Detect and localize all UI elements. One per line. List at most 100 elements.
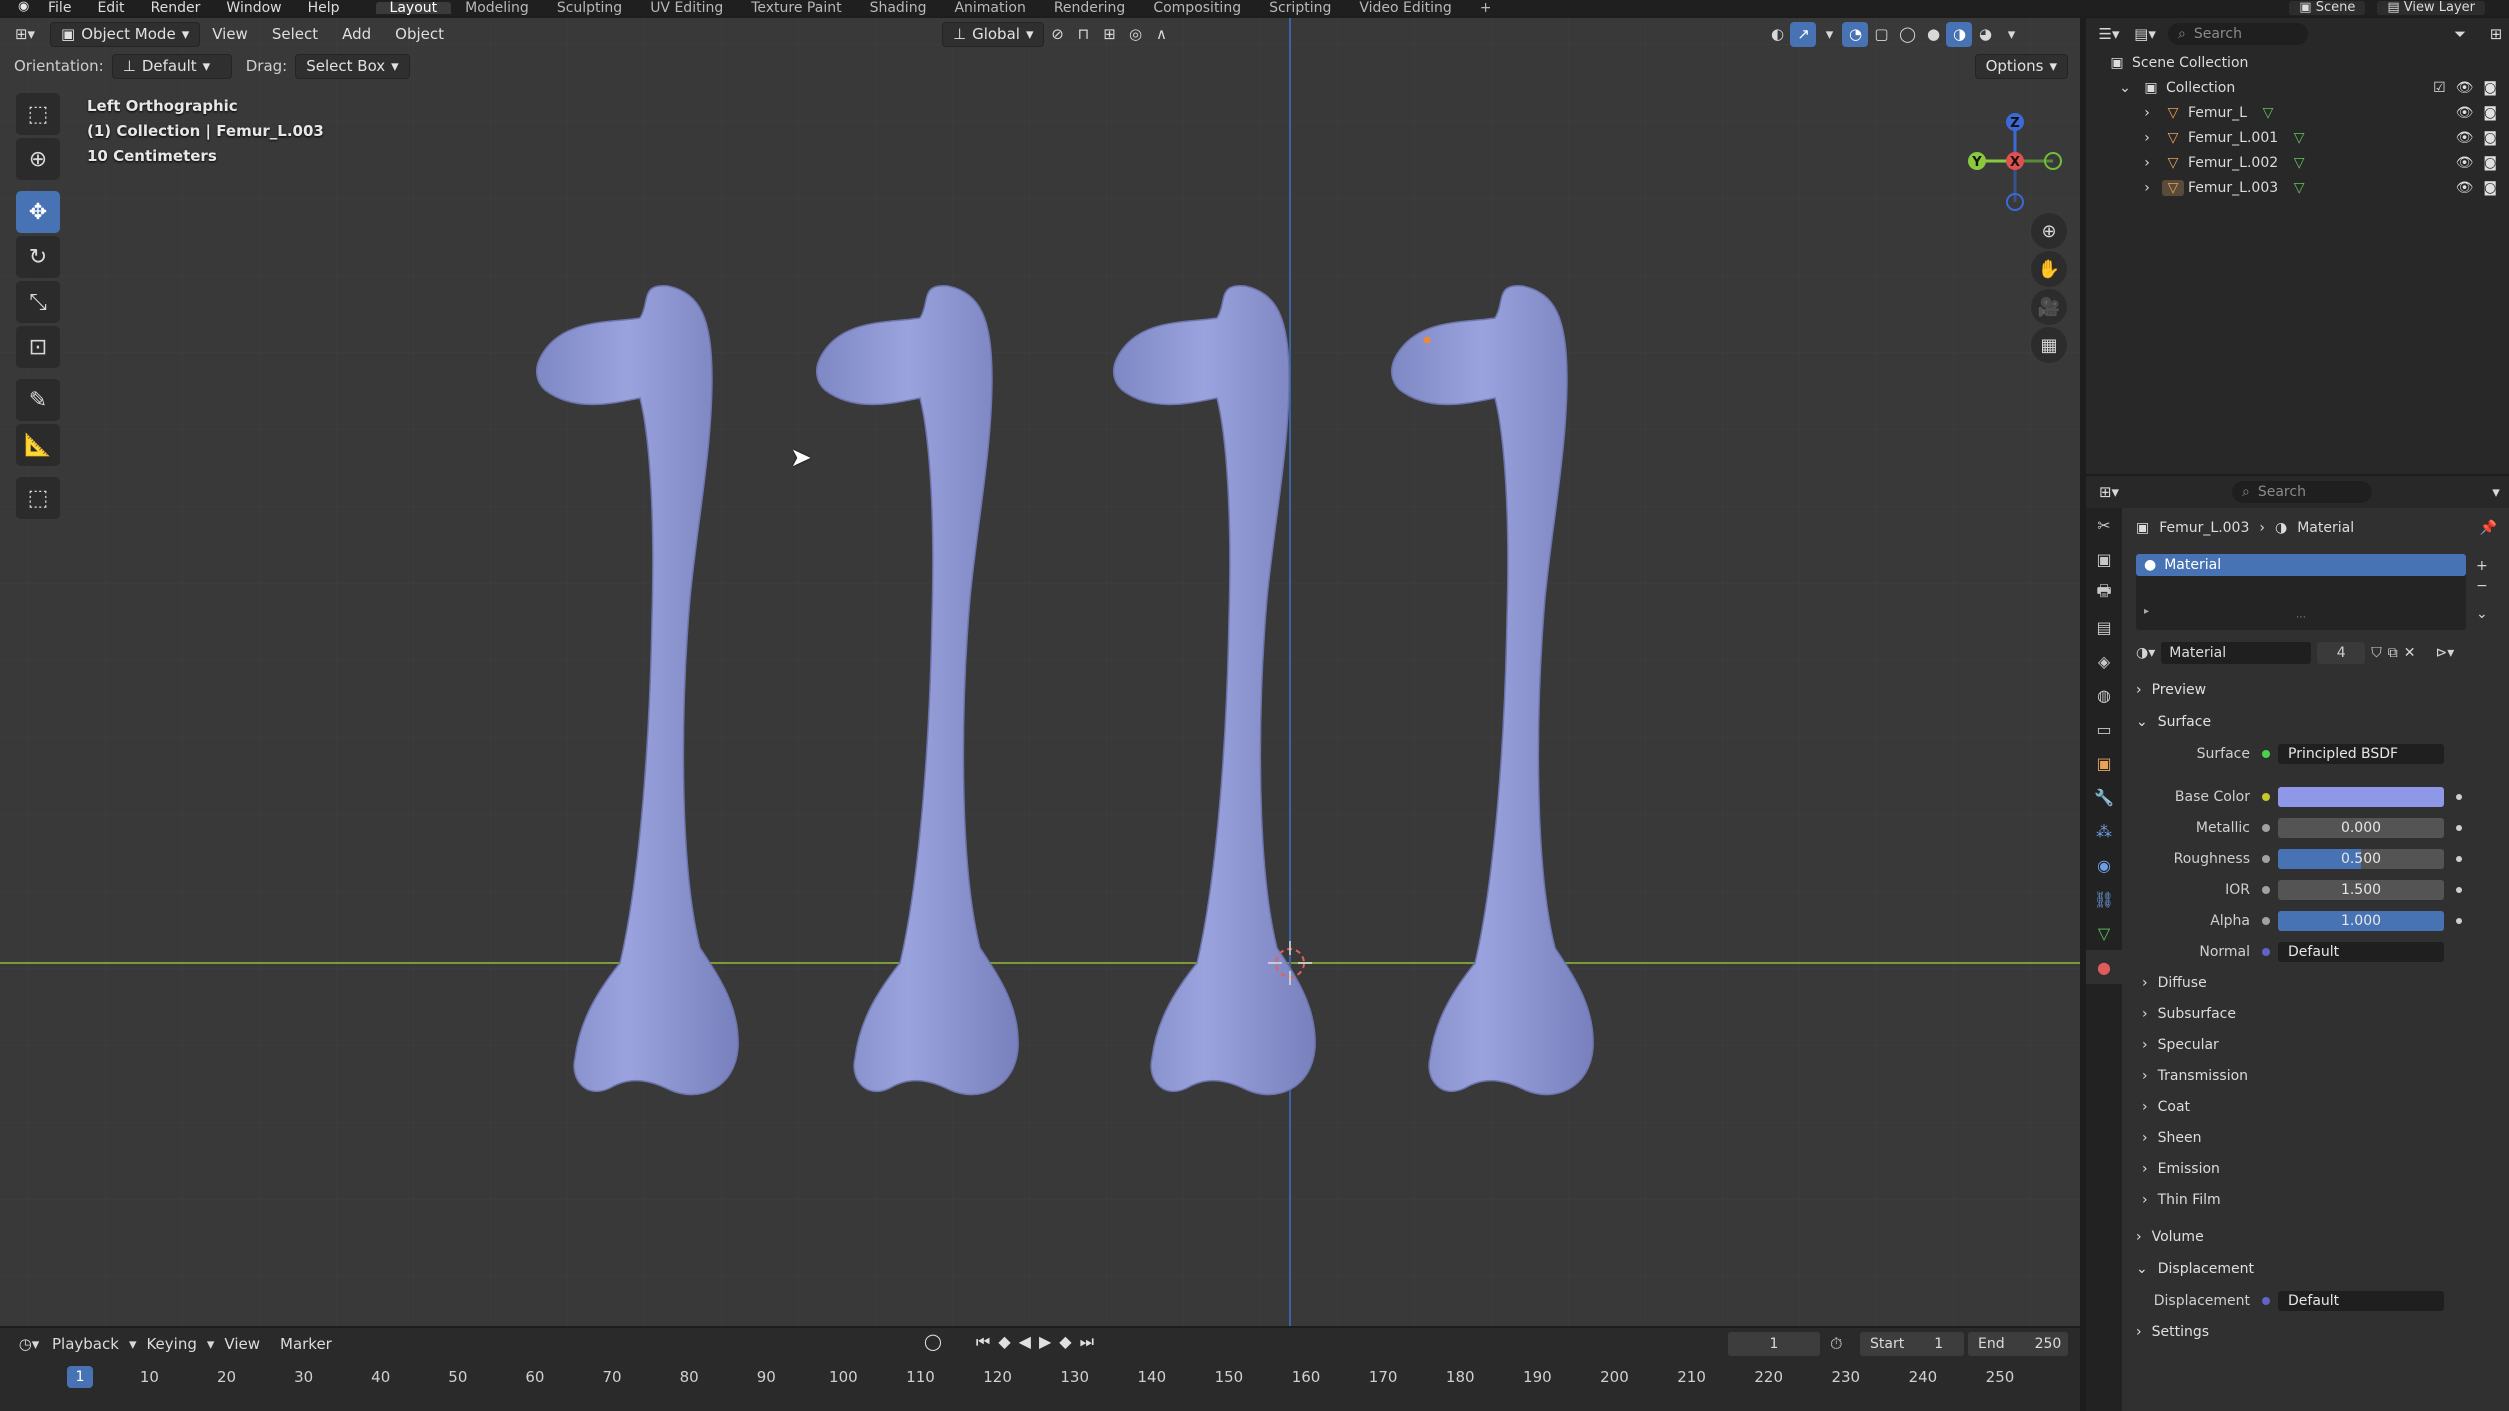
user-count[interactable]: 4	[2317, 642, 2366, 664]
display-mode-icon[interactable]: ▤▾	[2132, 22, 2158, 47]
camera-icon[interactable]: ◙	[2483, 180, 2497, 196]
jump-end-icon[interactable]: ⏭	[1080, 1332, 1094, 1352]
menu-help[interactable]: Help	[298, 1, 356, 15]
material-name-field[interactable]: Material	[2161, 642, 2312, 664]
tab-animation[interactable]: Animation	[940, 1, 1039, 15]
expand-chevron-icon[interactable]: ›	[2136, 105, 2158, 121]
displacement-field[interactable]: Default	[2278, 1290, 2444, 1311]
keyframe-dot-icon[interactable]	[2456, 793, 2462, 800]
menu-render[interactable]: Render	[141, 1, 217, 15]
jump-start-icon[interactable]: ⏮	[976, 1332, 990, 1352]
drag-dropdown[interactable]: Select Box ▾	[295, 53, 410, 79]
annotate-tool-icon[interactable]: ✎	[16, 379, 60, 421]
slot-menu-icon[interactable]: ⌄	[2476, 606, 2488, 622]
keyframe-dot-icon[interactable]	[2456, 886, 2462, 893]
subpanel-coat[interactable]: › Coat	[2126, 1091, 2509, 1122]
editor-type-icon[interactable]: ◷▾	[16, 1332, 42, 1357]
shading-options-icon[interactable]: ▾	[1998, 22, 2024, 47]
menu-select[interactable]: Select	[260, 25, 330, 43]
unlink-material-icon[interactable]: ✕	[2404, 645, 2416, 661]
alpha-slider[interactable]: 1.000	[2278, 910, 2444, 931]
keyframe-dot-icon[interactable]	[2456, 855, 2462, 862]
tab-layout[interactable]: Layout	[375, 1, 452, 15]
remove-slot-icon[interactable]: −	[2476, 578, 2488, 594]
menu-window[interactable]: Window	[216, 1, 297, 15]
prev-keyframe-icon[interactable]: ◆	[998, 1332, 1010, 1352]
menu-object[interactable]: Object	[383, 25, 456, 43]
current-frame-field[interactable]: 1	[1728, 1332, 1820, 1356]
start-frame-field[interactable]: Start 1	[1860, 1332, 1964, 1356]
menu-playback[interactable]: Playback	[42, 1335, 129, 1353]
data-tab-icon[interactable]: ▽	[2086, 916, 2122, 950]
blender-logo-icon[interactable]: ◉	[18, 0, 38, 15]
fake-user-icon[interactable]: ⛉	[2371, 645, 2382, 661]
scene-collection-row[interactable]: ▣ Scene Collection	[2086, 50, 2509, 75]
keyframe-dot-icon[interactable]	[2456, 917, 2462, 924]
view-layer-field[interactable]: ▤ View Layer	[2377, 1, 2485, 15]
shading-material-icon[interactable]: ◑	[1946, 21, 1973, 47]
properties-search-input[interactable]: ⌕ Search	[2232, 481, 2372, 503]
frame-ruler[interactable]: 1 10 20 30 40 50 60 70 80 90 100 110 120 130 140 150 160…	[0, 1364, 2080, 1388]
render-tab-icon[interactable]: ▣	[2086, 542, 2122, 576]
editor-type-icon[interactable]: ⊞▾	[2096, 480, 2122, 505]
link-dropdown-icon[interactable]: ⊳▾	[2435, 645, 2454, 661]
eye-icon[interactable]: 👁	[2456, 80, 2474, 96]
measure-tool-icon[interactable]: 📐	[16, 424, 60, 466]
snap-target-icon[interactable]: ⊞	[1096, 22, 1122, 47]
browse-material-icon[interactable]: ◑▾	[2136, 645, 2155, 661]
new-collection-icon[interactable]: ⊞	[2483, 22, 2509, 47]
tab-texture-paint[interactable]: Texture Paint	[737, 1, 855, 15]
pin-icon[interactable]: 📌	[2480, 520, 2497, 536]
menu-file[interactable]: File	[38, 1, 87, 15]
rotate-tool-icon[interactable]: ↻	[16, 236, 60, 278]
world-tab-icon[interactable]: ◍	[2086, 678, 2122, 712]
editor-type-icon[interactable]: ☰▾	[2096, 22, 2122, 47]
tab-rendering[interactable]: Rendering	[1040, 1, 1140, 15]
tool-tab-icon[interactable]: ✂	[2086, 508, 2122, 542]
duplicate-material-icon[interactable]: ⧉	[2388, 645, 2398, 661]
3d-viewport[interactable]: ⊞▾ ▣ Object Mode ▾ View Select Add Objec…	[0, 18, 2080, 1326]
eye-icon[interactable]: 👁	[2456, 105, 2474, 121]
shading-rendered-icon[interactable]: ◕	[1972, 22, 1998, 47]
shading-wireframe-icon[interactable]: ◯	[1894, 22, 1920, 47]
xray-icon[interactable]: ▢	[1868, 22, 1894, 47]
play-reverse-icon[interactable]: ◀	[1019, 1332, 1031, 1352]
end-frame-field[interactable]: End 250	[1968, 1332, 2068, 1356]
output-tab-icon[interactable]: 🖶	[2086, 576, 2122, 610]
eye-icon[interactable]: 👁	[2456, 130, 2474, 146]
scene-tab-icon[interactable]: ◈	[2086, 644, 2122, 678]
material-slot[interactable]: ● Material	[2136, 554, 2466, 576]
add-slot-icon[interactable]: +	[2476, 558, 2488, 574]
overlays-icon[interactable]: ◔	[1842, 21, 1869, 47]
menu-edit[interactable]: Edit	[87, 1, 140, 15]
subpanel-sheen[interactable]: › Sheen	[2126, 1122, 2509, 1153]
object-mode-dropdown[interactable]: ▣ Object Mode ▾	[50, 21, 201, 47]
tab-compositing[interactable]: Compositing	[1139, 1, 1255, 15]
tab-modeling[interactable]: Modeling	[451, 1, 543, 15]
metallic-slider[interactable]: 0.000	[2278, 817, 2444, 838]
viewport-canvas[interactable]	[0, 18, 2080, 1326]
add-workspace-icon[interactable]: +	[1466, 1, 1506, 15]
orientation-dropdown[interactable]: ⊥ Default ▾	[111, 53, 232, 79]
camera-icon[interactable]: ◙	[2483, 80, 2497, 96]
play-icon[interactable]: ▶	[1039, 1332, 1051, 1352]
move-tool-icon[interactable]: ✥	[16, 191, 60, 233]
subpanel-thin-film[interactable]: › Thin Film	[2126, 1184, 2509, 1215]
expand-list-icon[interactable]: ▸	[2144, 606, 2149, 617]
subpanel-transmission[interactable]: › Transmission	[2126, 1060, 2509, 1091]
falloff-icon[interactable]: ∧	[1148, 22, 1174, 47]
camera-view-icon[interactable]: 🎥	[2031, 289, 2067, 325]
outliner-item-femur-l-001[interactable]: › ▽ Femur_L.001 ▽ 👁 ◙	[2086, 125, 2509, 150]
zoom-icon[interactable]: ⊕	[2031, 213, 2067, 249]
expand-chevron-icon[interactable]: ›	[2136, 180, 2158, 196]
view-layer-tab-icon[interactable]: ▤	[2086, 610, 2122, 644]
expand-chevron-icon[interactable]: ›	[2136, 155, 2158, 171]
outliner-item-femur-l-003[interactable]: › ▽ Femur_L.003 ▽ 👁 ◙	[2086, 175, 2509, 200]
displacement-panel-header[interactable]: ⌄ Displacement	[2126, 1253, 2509, 1285]
menu-add[interactable]: Add	[330, 25, 383, 43]
shading-solid-icon[interactable]: ●	[1920, 22, 1946, 47]
tab-shading[interactable]: Shading	[856, 1, 941, 15]
checkbox-icon[interactable]: ☑	[2433, 80, 2446, 96]
editor-type-icon[interactable]: ⊞▾	[12, 22, 38, 47]
chevron-down-icon[interactable]: ▾	[2483, 480, 2509, 505]
